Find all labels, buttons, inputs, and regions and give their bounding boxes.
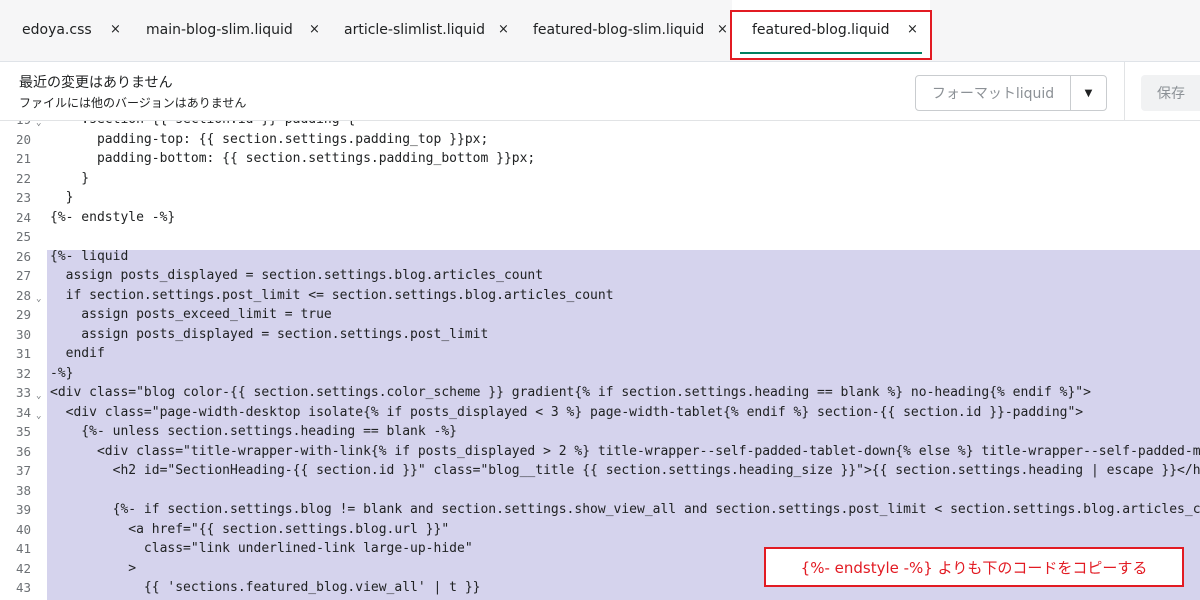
line-number: 37 <box>15 463 31 478</box>
code-line[interactable]: 21 padding-bottom: {{ section.settings.p… <box>0 149 1200 169</box>
editor-header: 最近の変更はありません ファイルには他のバージョンはありません フォーマットli… <box>0 62 1200 121</box>
code-text: assign posts_exceed_limit = true <box>50 307 332 322</box>
code-line[interactable]: 29 assign posts_exceed_limit = true <box>0 305 1200 325</box>
code-line[interactable]: 33 ⌄ <div class="blog color-{{ section.set… <box>0 383 1200 403</box>
tab-edoya-css[interactable]: edoya.css × <box>0 0 128 60</box>
line-number: 25 <box>15 229 31 244</box>
tab-label: featured-blog-slim.liquid <box>533 22 705 38</box>
code-editor[interactable]: 19⌄ .section-{{ section.id }}-padding {2… <box>0 121 1200 600</box>
code-line[interactable]: 32 -%} <box>0 364 1200 384</box>
tab-label: article-slimlist.liquid <box>344 22 486 38</box>
code-line[interactable]: 25 <box>0 227 1200 247</box>
line-number: 20 <box>15 131 31 147</box>
tab-featured-blog-slim[interactable]: featured-blog-slim.liquid × <box>516 0 732 60</box>
divider <box>1124 62 1125 120</box>
line-number: 38 <box>15 482 31 498</box>
line-number: 30 <box>15 326 31 342</box>
close-icon[interactable]: × <box>717 22 728 37</box>
tab-article-slimlist[interactable]: article-slimlist.liquid × <box>326 0 516 60</box>
code-line[interactable]: 36 <div class="title-wrapper-with-link{%… <box>0 442 1200 462</box>
code-line[interactable]: 24 {%- endstyle -%} <box>0 208 1200 228</box>
code-text: assign posts_displayed = section.setting… <box>50 268 544 283</box>
annotation-callout: {%- endstyle -%} よりも下のコードをコピーする <box>764 547 1184 587</box>
close-icon[interactable]: × <box>110 22 121 37</box>
line-number: 29 <box>15 307 31 322</box>
status-subtitle: ファイルには他のバージョンはありません <box>19 96 247 110</box>
code-line[interactable]: 31 endif <box>0 344 1200 364</box>
code-text: class="link underlined-link large-up-hid… <box>50 541 473 556</box>
code-line[interactable]: 27 assign posts_displayed = section.sett… <box>0 266 1200 286</box>
line-number: 35 <box>15 424 31 439</box>
line-number: 39 <box>15 502 31 517</box>
code-line[interactable]: 28 ⌄ if section.settings.post_limit <= se… <box>0 286 1200 306</box>
chevron-down-icon[interactable]: ▼ <box>1071 76 1106 110</box>
code-text: <a href="{{ section.settings.blog.url }}… <box>50 521 450 537</box>
code-text: endif <box>50 346 105 361</box>
line-number: 43 <box>15 580 31 595</box>
code-text: -%} <box>50 365 74 381</box>
tab-label: main-blog-slim.liquid <box>146 22 293 38</box>
code-text: {%- liquid <box>50 248 129 264</box>
code-text: > <box>50 560 137 576</box>
code-line[interactable]: 39 {%- if section.settings.blog != blank… <box>0 500 1200 520</box>
code-text: padding-top: {{ section.settings.padding… <box>50 131 489 147</box>
code-line[interactable]: 40 <a href="{{ section.settings.blog.url… <box>0 520 1200 540</box>
line-number: 26 <box>15 248 31 264</box>
code-line[interactable]: 35 {%- unless section.settings.heading =… <box>0 422 1200 442</box>
status-title: 最近の変更はありません <box>19 75 173 91</box>
code-text: <div class="title-wrapper-with-link{% if… <box>96 443 1200 459</box>
file-tab-bar: edoya.css × main-blog-slim.liquid × arti… <box>0 0 1200 62</box>
line-number: 27 <box>15 268 31 283</box>
line-number: 28 <box>15 287 31 303</box>
code-text: <div class="page-width-desktop isolate{%… <box>50 404 1084 420</box>
tab-main-blog-slim[interactable]: main-blog-slim.liquid × <box>128 0 326 60</box>
code-text: <h2 id="SectionHeading-{{ section.id }}"… <box>50 463 1200 478</box>
code-line[interactable]: 30 assign posts_displayed = section.sett… <box>0 325 1200 345</box>
code-text: } <box>50 170 90 186</box>
format-liquid-button[interactable]: フォーマットliquid <box>916 76 1070 110</box>
line-number: 32 <box>15 365 31 381</box>
save-button[interactable]: 保存 <box>1141 75 1200 111</box>
code-line[interactable]: 38 <box>0 481 1200 501</box>
code-text: <div class="blog color-{{ section.settin… <box>50 385 1091 400</box>
line-number: 22 <box>15 170 31 186</box>
line-number: 36 <box>15 443 31 459</box>
code-text: padding-bottom: {{ section.settings.padd… <box>50 151 536 166</box>
close-icon[interactable]: × <box>498 22 509 37</box>
line-number: 23 <box>15 190 31 205</box>
code-line[interactable]: 26 {%- liquid <box>0 247 1200 267</box>
line-number: 33 <box>15 385 31 400</box>
code-line[interactable]: 37 <h2 id="SectionHeading-{{ section.id … <box>0 461 1200 481</box>
code-text: {%- if section.settings.blog != blank an… <box>50 502 1200 517</box>
code-text: {%- unless section.settings.heading == b… <box>50 424 457 439</box>
code-line[interactable]: 23 } <box>0 188 1200 208</box>
tab-label: edoya.css <box>22 22 92 38</box>
line-number: 42 <box>15 560 31 576</box>
active-tab-highlight-box <box>730 10 932 60</box>
line-number: 31 <box>15 346 31 361</box>
line-number: 40 <box>15 521 31 537</box>
close-icon[interactable]: × <box>309 22 320 37</box>
line-number: 41 <box>15 541 31 556</box>
line-number: 34 <box>15 404 31 420</box>
code-text: if section.settings.post_limit <= sectio… <box>50 287 614 303</box>
line-number: 24 <box>15 209 31 225</box>
code-text: {%- endstyle -%} <box>50 209 176 225</box>
code-text: {{ 'sections.featured_blog.view_all' | t… <box>50 580 481 595</box>
format-button-group: フォーマットliquid ▼ <box>915 75 1107 111</box>
code-line[interactable]: 20 padding-top: {{ section.settings.padd… <box>0 130 1200 150</box>
code-text: assign posts_displayed = section.setting… <box>50 326 489 342</box>
line-number: 21 <box>15 151 31 166</box>
code-line[interactable]: 34 ⌄ <div class="page-width-desktop isola… <box>0 403 1200 423</box>
code-text: } <box>50 190 74 205</box>
code-line[interactable]: 22 } <box>0 169 1200 189</box>
